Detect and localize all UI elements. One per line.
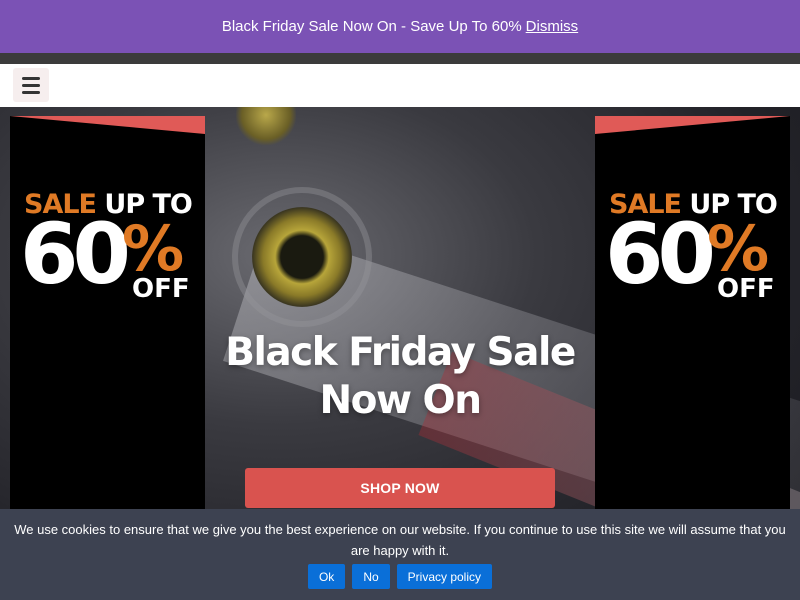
- hamburger-menu-icon[interactable]: [13, 68, 49, 102]
- sale-banner-right[interactable]: SALE UP TO 60 % OFF: [595, 116, 790, 516]
- promo-message: Black Friday Sale Now On - Save Up To 60…: [221, 18, 522, 35]
- percent-sign: %: [707, 212, 770, 285]
- cookie-ok-button[interactable]: Ok: [307, 564, 346, 589]
- banner-ribbon: [595, 116, 790, 134]
- site-header: [0, 64, 800, 107]
- cookie-no-button[interactable]: No: [352, 564, 390, 589]
- dismiss-link[interactable]: Dismiss: [526, 18, 579, 35]
- promo-bar: Black Friday Sale Now On - Save Up To 60…: [0, 0, 800, 53]
- privacy-policy-button[interactable]: Privacy policy: [396, 564, 493, 589]
- shop-now-button[interactable]: SHOP NOW: [245, 468, 555, 508]
- lure-eye-top: [236, 107, 296, 147]
- sale-number: 60: [605, 205, 716, 303]
- sale-number: 60: [20, 205, 131, 303]
- hero-title-line1: Black Friday Sale: [225, 330, 576, 375]
- banner-ribbon: [10, 116, 205, 134]
- percent-sign: %: [122, 212, 185, 285]
- off-label: OFF: [717, 274, 775, 304]
- header-divider: [0, 53, 800, 64]
- cookie-notice: We use cookies to ensure that we give yo…: [0, 509, 800, 600]
- cookie-message: We use cookies to ensure that we give yo…: [14, 522, 786, 558]
- lure-eye: [252, 207, 352, 307]
- hero-title-line2: Now On: [319, 378, 482, 423]
- sale-banner-left[interactable]: SALE UP TO 60 % OFF: [10, 116, 205, 516]
- off-label: OFF: [132, 274, 190, 304]
- hero-title: Black Friday Sale Now On: [205, 329, 595, 425]
